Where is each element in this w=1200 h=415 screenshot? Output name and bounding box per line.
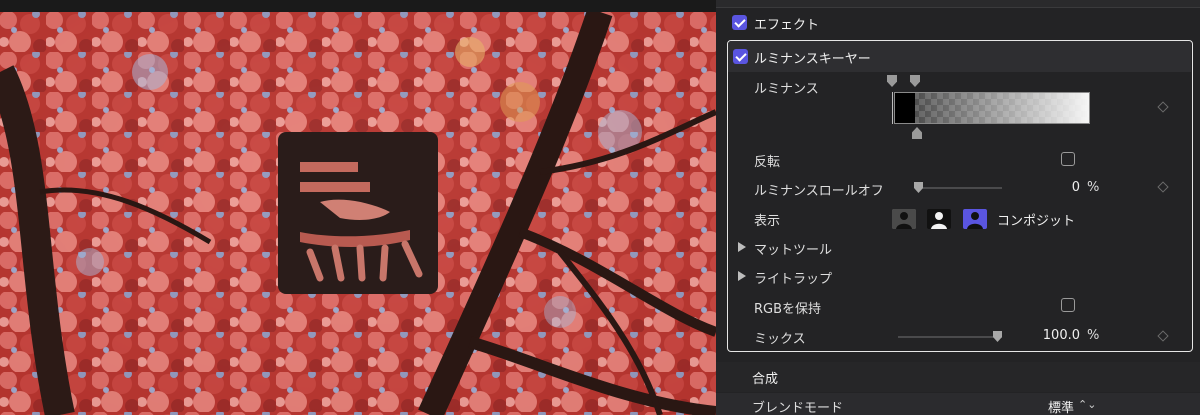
rolloff-value[interactable]: 0 [1046, 180, 1080, 195]
preserve-rgb-label: RGBを保持 [754, 302, 822, 317]
mix-unit: % [1087, 328, 1100, 343]
luminance-black-region [895, 93, 915, 123]
blend-mode-row: ブレンドモード 標準 ⌃⌄ [716, 393, 1200, 415]
view-matte-button[interactable] [892, 209, 916, 229]
blend-mode-popup[interactable]: 標準 [1048, 397, 1074, 415]
viewer-top-strip [0, 0, 716, 12]
viewer [0, 0, 716, 415]
rolloff-slider-track[interactable] [916, 187, 1002, 189]
luminance-graph[interactable] [894, 92, 1090, 124]
mix-label: ミックス [754, 332, 806, 347]
matte-tools-disclosure-triangle-icon[interactable] [738, 242, 746, 252]
luma-keyer-header[interactable]: ルミナンスキーヤー [728, 41, 1191, 72]
effects-section-header[interactable]: エフェクト [716, 11, 1200, 35]
person-silhouette-icon [931, 212, 947, 229]
compositing-section-header[interactable]: 合成 [716, 362, 1200, 392]
compositing-title: 合成 [752, 372, 779, 387]
inspector-panel: エフェクト ルミナンスキーヤー ルミナンス 反転 ルミナンスロールオフ 0 % … [716, 0, 1200, 415]
mix-value[interactable]: 100.0 [1030, 328, 1080, 343]
view-original-button[interactable] [927, 209, 951, 229]
view-label: 表示 [754, 214, 781, 229]
view-composite-button[interactable] [963, 209, 987, 229]
light-wrap-label[interactable]: ライトラップ [754, 268, 832, 287]
chevron-updown-icon[interactable]: ⌃⌄ [1078, 398, 1096, 411]
invert-label: 反転 [754, 155, 781, 170]
luma-keyer-enable-checkbox-icon[interactable] [733, 49, 748, 64]
effects-enable-checkbox-icon[interactable] [732, 15, 747, 30]
person-silhouette-icon [967, 212, 983, 229]
rolloff-label: ルミナンスロールオフ [754, 184, 884, 199]
luminance-label: ルミナンス [754, 82, 819, 97]
blend-mode-label: ブレンドモード [752, 401, 844, 415]
effects-title: エフェクト [754, 18, 820, 33]
light-wrap-disclosure-triangle-icon[interactable] [738, 271, 746, 281]
luma-keyer-title: ルミナンスキーヤー [754, 52, 871, 67]
inspector-top-divider [716, 0, 1200, 8]
video-frame[interactable] [0, 12, 716, 415]
person-silhouette-icon [892, 209, 916, 229]
preserve-rgb-checkbox-icon[interactable] [1061, 298, 1075, 312]
rolloff-unit: % [1087, 180, 1100, 195]
matte-tools-label[interactable]: マットツール [754, 239, 832, 258]
luminance-handle-line [892, 92, 893, 124]
view-selected-label: コンポジット [997, 214, 1076, 229]
seal-logo [278, 132, 438, 294]
mix-slider-track[interactable] [898, 336, 1002, 338]
autumn-maple-image [0, 12, 716, 415]
invert-checkbox-icon[interactable] [1061, 152, 1075, 166]
